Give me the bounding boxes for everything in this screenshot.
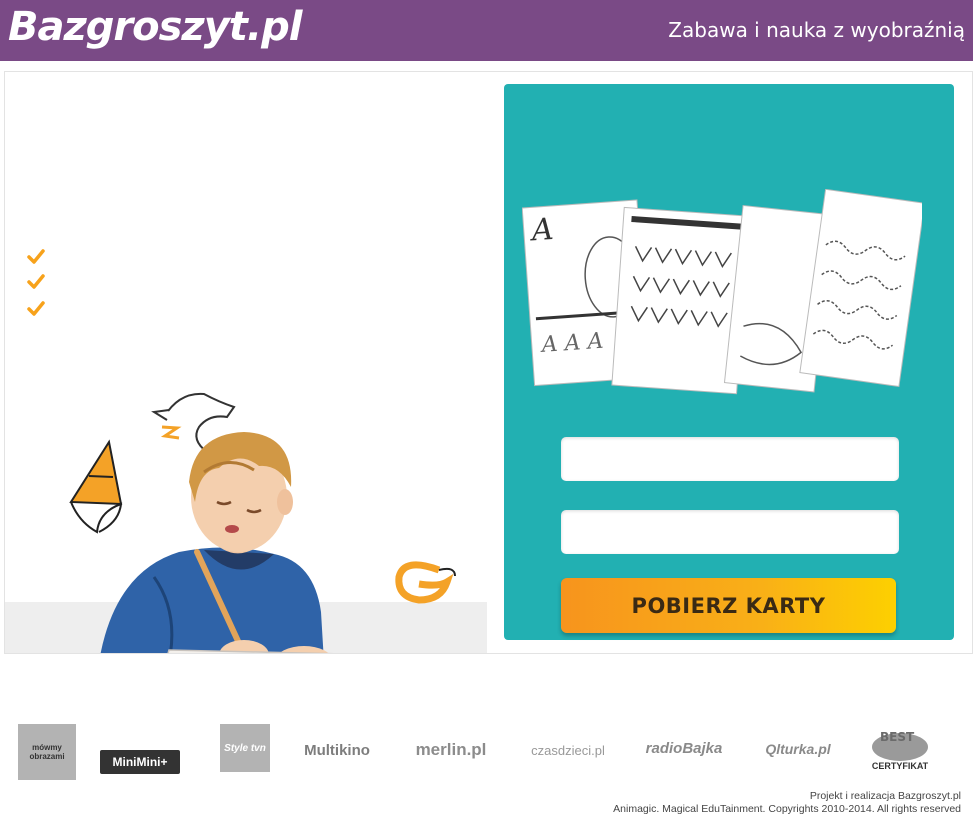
download-form-card: A A A A POBIERZ KARTY [504,84,954,640]
svg-text:A A A: A A A [539,329,604,358]
main-panel: A A A A POBIERZ KARTY [4,71,973,654]
svg-text:BEST: BEST [880,730,915,744]
hero-area [5,72,487,653]
letter-e-doodle [395,561,456,604]
partner-logo-radio-bajka[interactable]: radioBajka [638,728,730,768]
site-header: Bazgroszyt.pl Zabawa i nauka z wyobraźni… [0,0,973,61]
partner-logo-mowmy-obrazami[interactable]: mówmy obrazami [18,724,76,780]
partner-logo-merlin[interactable]: merlin.pl [405,738,497,762]
partner-logo-best-certyfikat[interactable]: BEST CERTYFIKAT [864,718,936,780]
partners-bar: mówmy obrazami MiniMini+ Style tvn Multi… [0,712,973,784]
worksheets-preview-image: A A A A [522,189,922,395]
site-logo[interactable]: Bazgroszyt.pl [8,4,302,50]
download-cards-button[interactable]: POBIERZ KARTY [561,578,896,633]
checkmark-icon [27,249,45,264]
email-field[interactable] [561,510,899,554]
checkmark-icon [27,301,45,316]
partner-logo-minimini[interactable]: MiniMini+ [100,750,180,774]
partner-logo-czas-dzieci[interactable]: czasdzieci.pl [520,738,616,762]
footer-credit-line2: Animagic. Magical EduTainment. Copyright… [613,803,961,815]
letter-a-doodle [69,439,123,534]
partner-logo-qlturka[interactable]: Qlturka.pl [752,734,844,764]
partner-logo-style-tvn[interactable]: Style tvn [220,724,270,772]
best-badge-icon: BEST [872,730,928,761]
footer-credit-line1: Projekt i realizacja Bazgroszyt.pl [809,790,961,802]
site-tagline: Zabawa i nauka z wyobraźnią [668,18,965,42]
footer-credits: Projekt i realizacja Bazgroszyt.pl Anima… [613,790,961,816]
name-field[interactable] [561,437,899,481]
checkmark-icon [27,274,45,289]
child-writing-illustration [69,392,456,653]
partner-logo-multikino[interactable]: Multikino [292,738,382,762]
